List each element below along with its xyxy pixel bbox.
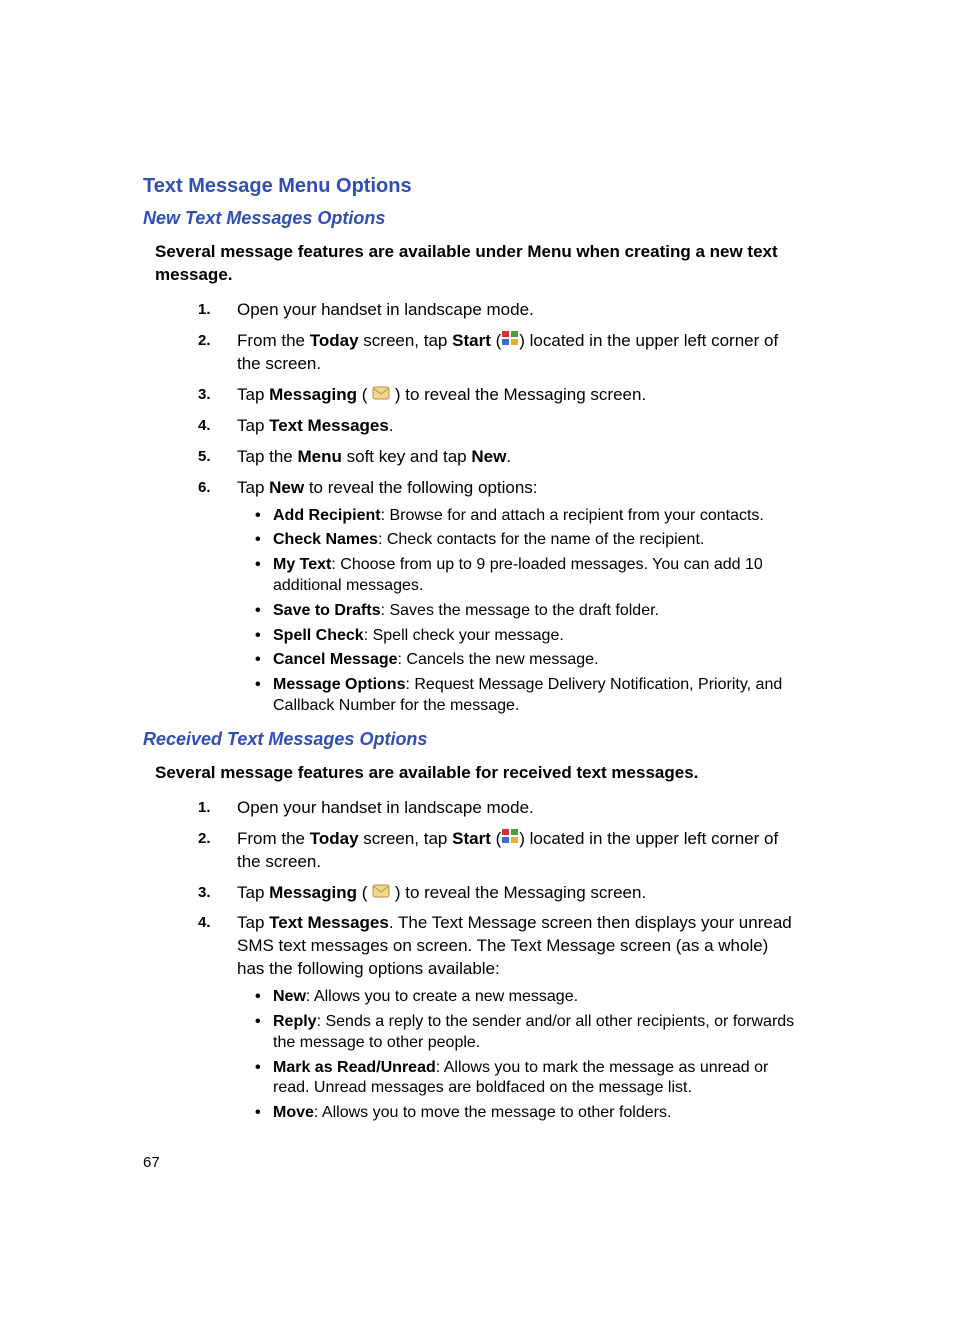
messaging-envelope-icon <box>372 882 390 905</box>
bullet-desc: : Spell check your message. <box>364 627 564 644</box>
text-bold: Start <box>452 829 491 848</box>
step-item: Tap New to reveal the following options:… <box>143 477 799 717</box>
bullet-desc: : Check contacts for the name of the rec… <box>378 531 704 548</box>
bullet-item: Add Recipient: Browse for and attach a r… <box>237 506 799 527</box>
bullet-title: Message Options <box>273 676 405 693</box>
bullet-item: Reply: Sends a reply to the sender and/o… <box>237 1012 799 1054</box>
windows-start-icon <box>501 330 519 353</box>
text-bold: Messaging <box>269 385 357 404</box>
step-item: Tap Text Messages. The Text Message scre… <box>143 912 799 1124</box>
bullet-desc: : Sends a reply to the sender and/or all… <box>273 1013 794 1051</box>
text-bold: Text Messages <box>269 416 389 435</box>
bullet-desc: : Saves the message to the draft folder. <box>381 602 659 619</box>
text-bold: New <box>269 478 304 497</box>
text: soft key and tap <box>342 447 471 466</box>
bullet-title: Move <box>273 1104 314 1121</box>
bullet-desc: : Allows you to move the message to othe… <box>314 1104 672 1121</box>
text-bold: Menu <box>298 447 342 466</box>
bullet-desc: : Browse for and attach a recipient from… <box>381 507 764 524</box>
bullet-item: Message Options: Request Message Deliver… <box>237 675 799 717</box>
text: Tap <box>237 913 269 932</box>
text: Tap <box>237 416 269 435</box>
bullet-title: Reply <box>273 1013 317 1030</box>
text: Tap the <box>237 447 298 466</box>
bullet-title: My Text <box>273 556 331 573</box>
windows-start-icon <box>501 828 519 851</box>
step-item: Tap Messaging ( ) to reveal the Messagin… <box>143 882 799 905</box>
text-bold: New <box>471 447 506 466</box>
text: . <box>389 416 394 435</box>
bullet-title: New <box>273 988 306 1005</box>
steps-section-1: Open your handset in landscape mode. Fro… <box>143 299 799 717</box>
text-bold: Start <box>452 331 491 350</box>
step-item: From the Today screen, tap Start () loca… <box>143 330 799 376</box>
text: ( <box>357 883 372 902</box>
document-page: Text Message Menu Options New Text Messa… <box>0 0 954 1271</box>
heading-section-1: New Text Messages Options <box>143 208 799 229</box>
text: screen, tap <box>359 829 453 848</box>
bullet-list: Add Recipient: Browse for and attach a r… <box>237 506 799 717</box>
step-item: Open your handset in landscape mode. <box>143 299 799 322</box>
text-bold: Today <box>310 829 359 848</box>
text: Tap <box>237 385 269 404</box>
bullet-item: New: Allows you to create a new message. <box>237 987 799 1008</box>
bullet-item: Move: Allows you to move the message to … <box>237 1103 799 1124</box>
text-bold: Text Messages <box>269 913 389 932</box>
step-item: Tap Messaging ( ) to reveal the Messagin… <box>143 384 799 407</box>
page-number: 67 <box>143 1154 799 1171</box>
bullet-item: My Text: Choose from up to 9 pre-loaded … <box>237 555 799 597</box>
bullet-item: Check Names: Check contacts for the name… <box>237 530 799 551</box>
text: ( <box>357 385 372 404</box>
bullet-title: Add Recipient <box>273 507 381 524</box>
bullet-title: Save to Drafts <box>273 602 381 619</box>
bullet-desc: : Allows you to create a new message. <box>306 988 578 1005</box>
text: ) to reveal the Messaging screen. <box>390 883 646 902</box>
heading-section-2: Received Text Messages Options <box>143 729 799 750</box>
text: Tap <box>237 883 269 902</box>
bullet-item: Spell Check: Spell check your message. <box>237 626 799 647</box>
heading-main: Text Message Menu Options <box>143 175 799 198</box>
intro-section-1: Several message features are available u… <box>155 241 799 287</box>
bullet-title: Cancel Message <box>273 651 398 668</box>
bullet-item: Mark as Read/Unread: Allows you to mark … <box>237 1058 799 1100</box>
bullet-list: New: Allows you to create a new message.… <box>237 987 799 1124</box>
step-item: Tap the Menu soft key and tap New. <box>143 446 799 469</box>
step-item: Open your handset in landscape mode. <box>143 797 799 820</box>
bullet-item: Cancel Message: Cancels the new message. <box>237 650 799 671</box>
steps-section-2: Open your handset in landscape mode. Fro… <box>143 797 799 1124</box>
text: ) to reveal the Messaging screen. <box>390 385 646 404</box>
text: From the <box>237 829 310 848</box>
text-bold: Today <box>310 331 359 350</box>
bullet-title: Mark as Read/Unread <box>273 1059 436 1076</box>
bullet-item: Save to Drafts: Saves the message to the… <box>237 601 799 622</box>
text: From the <box>237 331 310 350</box>
text: ( <box>491 331 501 350</box>
step-item: Tap Text Messages. <box>143 415 799 438</box>
bullet-desc: : Cancels the new message. <box>398 651 599 668</box>
text: . <box>506 447 511 466</box>
text: screen, tap <box>359 331 453 350</box>
text: Tap <box>237 478 269 497</box>
bullet-title: Check Names <box>273 531 378 548</box>
messaging-envelope-icon <box>372 384 390 407</box>
bullet-title: Spell Check <box>273 627 364 644</box>
text: to reveal the following options: <box>304 478 537 497</box>
step-item: From the Today screen, tap Start () loca… <box>143 828 799 874</box>
text: ( <box>491 829 501 848</box>
bullet-desc: : Choose from up to 9 pre-loaded message… <box>273 556 763 594</box>
intro-section-2: Several message features are available f… <box>155 762 799 785</box>
text-bold: Messaging <box>269 883 357 902</box>
